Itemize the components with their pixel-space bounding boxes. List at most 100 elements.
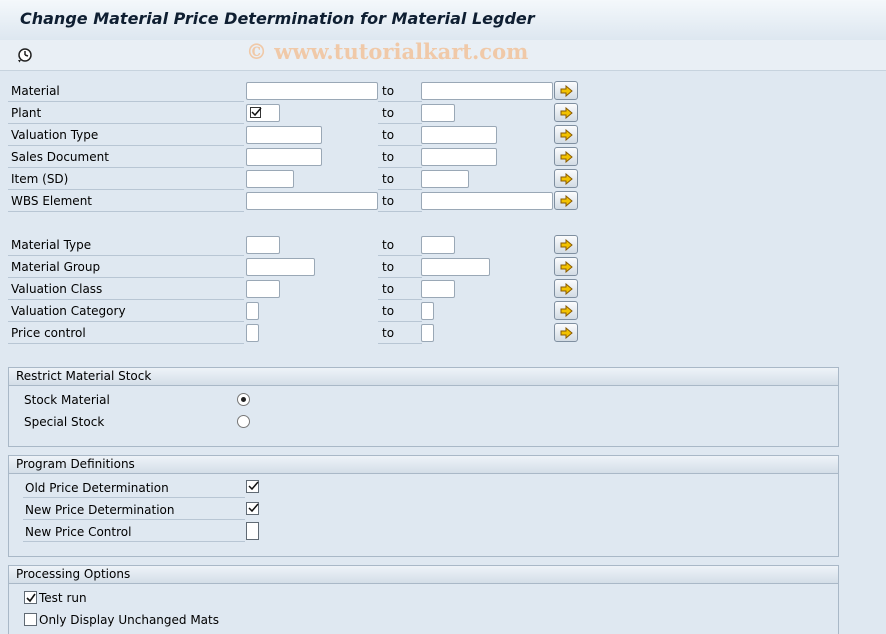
item-sd-to-input[interactable] bbox=[421, 170, 469, 188]
row-label: Material Type bbox=[11, 238, 92, 252]
sales-document-to-input[interactable] bbox=[421, 148, 497, 166]
select-row-material-group: Material Group to bbox=[8, 256, 580, 278]
row-underline bbox=[23, 541, 245, 542]
radio-selected-dot bbox=[241, 397, 246, 402]
to-label: to bbox=[382, 84, 395, 98]
plant-from-input[interactable] bbox=[246, 104, 280, 122]
test-run-checkbox[interactable] bbox=[24, 591, 37, 604]
group-title: Program Definitions bbox=[16, 457, 135, 471]
new-price-determination-label: New Price Determination bbox=[25, 503, 175, 517]
old-price-determination-label: Old Price Determination bbox=[25, 481, 169, 495]
select-row-price-control: Price control to bbox=[8, 322, 580, 344]
row-label: Valuation Type bbox=[11, 128, 99, 142]
select-row-sales-document: Sales Document to bbox=[8, 146, 580, 168]
item-sd-from-input[interactable] bbox=[246, 170, 294, 188]
wbs-element-to-input[interactable] bbox=[421, 192, 553, 210]
material-group-from-input[interactable] bbox=[246, 258, 315, 276]
checkmark-icon bbox=[250, 107, 262, 118]
row-underline bbox=[23, 497, 245, 498]
arrow-right-icon bbox=[560, 261, 573, 273]
row-label: Valuation Category bbox=[11, 304, 126, 318]
row-label: Plant bbox=[11, 106, 42, 120]
radio-stock-material[interactable] bbox=[237, 393, 250, 406]
processing-options-group: Processing Options Test run Only Display… bbox=[8, 565, 839, 634]
multiple-selection-button[interactable] bbox=[554, 169, 578, 188]
multiple-selection-button[interactable] bbox=[554, 257, 578, 276]
program-definitions-group: Program Definitions Old Price Determinat… bbox=[8, 455, 839, 557]
material-type-from-input[interactable] bbox=[246, 236, 280, 254]
valuation-class-from-input[interactable] bbox=[246, 280, 280, 298]
arrow-right-icon bbox=[560, 107, 573, 119]
old-price-determination-checkbox[interactable] bbox=[246, 480, 259, 493]
plant-to-input[interactable] bbox=[421, 104, 455, 122]
select-row-item-sd: Item (SD) to bbox=[8, 168, 580, 190]
new-price-control-input[interactable] bbox=[246, 522, 259, 540]
arrow-right-icon bbox=[560, 85, 573, 97]
material-to-input[interactable] bbox=[421, 82, 553, 100]
select-row-wbs-element: WBS Element to bbox=[8, 190, 580, 212]
radio-label-special-stock: Special Stock bbox=[24, 415, 105, 429]
multiple-selection-button[interactable] bbox=[554, 301, 578, 320]
multiple-selection-button[interactable] bbox=[554, 103, 578, 122]
row-label: Material bbox=[11, 84, 60, 98]
row-underline bbox=[23, 519, 245, 520]
select-row-material-type: Material Type to bbox=[8, 234, 580, 256]
watermark: © www.tutorialkart.com bbox=[246, 39, 529, 64]
radio-label-stock-material: Stock Material bbox=[24, 393, 110, 407]
arrow-right-icon bbox=[560, 151, 573, 163]
to-label: to bbox=[382, 282, 395, 296]
row-label: Price control bbox=[11, 326, 86, 340]
to-label: to bbox=[382, 150, 395, 164]
wbs-element-from-input[interactable] bbox=[246, 192, 378, 210]
group-title: Processing Options bbox=[16, 567, 131, 581]
multiple-selection-button[interactable] bbox=[554, 279, 578, 298]
execute-clock-icon[interactable] bbox=[17, 47, 33, 63]
multiple-selection-button[interactable] bbox=[554, 81, 578, 100]
radio-special-stock[interactable] bbox=[237, 415, 250, 428]
group-title: Restrict Material Stock bbox=[16, 369, 152, 383]
valuation-class-to-input[interactable] bbox=[421, 280, 455, 298]
sales-document-from-input[interactable] bbox=[246, 148, 322, 166]
group-header: Restrict Material Stock bbox=[9, 368, 838, 386]
arrow-right-icon bbox=[560, 195, 573, 207]
arrow-right-icon bbox=[560, 129, 573, 141]
valuation-type-to-input[interactable] bbox=[421, 126, 497, 144]
valuation-category-to-input[interactable] bbox=[421, 302, 434, 320]
group-header: Processing Options bbox=[9, 566, 838, 584]
multiple-selection-button[interactable] bbox=[554, 147, 578, 166]
multiple-selection-button[interactable] bbox=[554, 323, 578, 342]
row-label: WBS Element bbox=[11, 194, 92, 208]
price-control-from-input[interactable] bbox=[246, 324, 259, 342]
to-label: to bbox=[382, 238, 395, 252]
row-label: Valuation Class bbox=[11, 282, 103, 296]
material-from-input[interactable] bbox=[246, 82, 378, 100]
row-underline bbox=[8, 343, 244, 344]
restrict-material-stock-group: Restrict Material Stock Stock Material S… bbox=[8, 367, 839, 447]
row-label: Item (SD) bbox=[11, 172, 69, 186]
arrow-right-icon bbox=[560, 173, 573, 185]
multiple-selection-button[interactable] bbox=[554, 125, 578, 144]
valuation-category-from-input[interactable] bbox=[246, 302, 259, 320]
multiple-selection-button[interactable] bbox=[554, 235, 578, 254]
to-label: to bbox=[382, 304, 395, 318]
price-control-to-input[interactable] bbox=[421, 324, 434, 342]
checkmark-icon bbox=[248, 503, 259, 513]
new-price-determination-checkbox[interactable] bbox=[246, 502, 259, 515]
row-underline bbox=[378, 211, 422, 212]
to-label: to bbox=[382, 326, 395, 340]
row-label: Material Group bbox=[11, 260, 101, 274]
valuation-type-from-input[interactable] bbox=[246, 126, 322, 144]
only-display-unchanged-mats-checkbox[interactable] bbox=[24, 613, 37, 626]
test-run-label: Test run bbox=[39, 591, 87, 605]
multiple-selection-button[interactable] bbox=[554, 191, 578, 210]
arrow-right-icon bbox=[560, 305, 573, 317]
only-display-unchanged-mats-label: Only Display Unchanged Mats bbox=[39, 613, 219, 627]
checkmark-icon bbox=[248, 481, 259, 491]
row-underline bbox=[378, 343, 422, 344]
arrow-right-icon bbox=[560, 239, 573, 251]
page-title: Change Material Price Determination for … bbox=[20, 9, 535, 28]
checkmark-icon bbox=[26, 593, 36, 603]
material-type-to-input[interactable] bbox=[421, 236, 455, 254]
material-group-to-input[interactable] bbox=[421, 258, 490, 276]
to-label: to bbox=[382, 172, 395, 186]
